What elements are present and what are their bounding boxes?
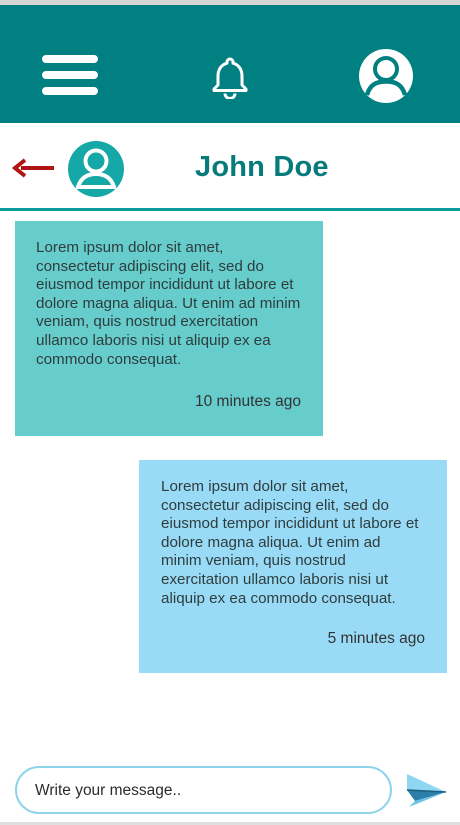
message-text: Lorem ipsum dolor sit amet, consectetur … bbox=[161, 478, 419, 607]
user-avatar-icon[interactable] bbox=[357, 47, 415, 105]
app-bar bbox=[0, 5, 460, 123]
message-composer bbox=[15, 766, 392, 814]
message-timestamp: 10 minutes ago bbox=[195, 393, 301, 411]
hamburger-menu-icon[interactable] bbox=[42, 55, 98, 95]
arrow-left-icon[interactable] bbox=[12, 157, 56, 179]
chat-header: John Doe bbox=[0, 123, 460, 211]
message-text: Lorem ipsum dolor sit amet, consectetur … bbox=[36, 239, 301, 368]
outgoing-message-bubble: Lorem ipsum dolor sit amet, consectetur … bbox=[139, 460, 447, 673]
message-input[interactable] bbox=[35, 778, 375, 804]
contact-avatar-icon bbox=[68, 141, 124, 197]
paper-plane-send-icon[interactable] bbox=[405, 770, 447, 810]
bell-icon[interactable] bbox=[208, 55, 252, 99]
message-timestamp: 5 minutes ago bbox=[327, 630, 425, 648]
incoming-message-bubble: Lorem ipsum dolor sit amet, consectetur … bbox=[15, 221, 323, 436]
contact-name: John Doe bbox=[195, 151, 329, 183]
